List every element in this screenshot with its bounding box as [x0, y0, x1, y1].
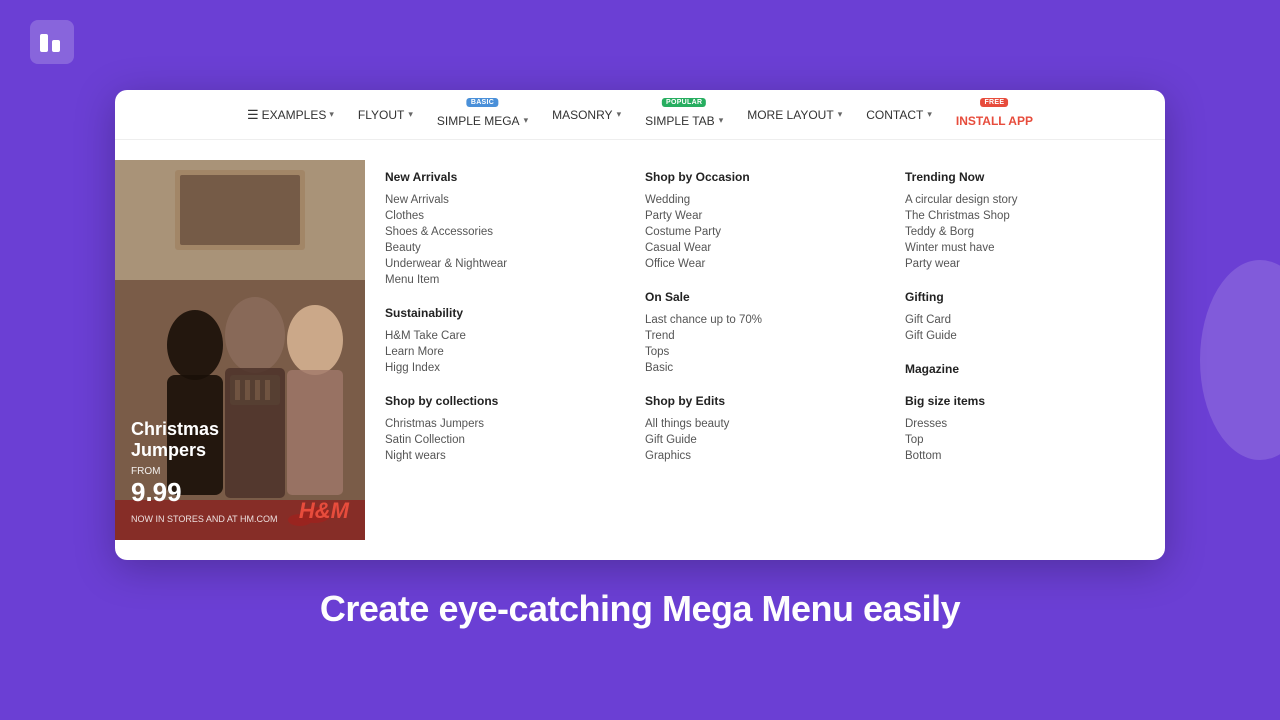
section-magazine: Magazine: [905, 362, 1125, 376]
logo: [30, 20, 74, 69]
nav-simple-mega-label: SIMPLE MEGA: [437, 114, 520, 128]
link-trend[interactable]: Trend: [645, 328, 865, 344]
link-wedding[interactable]: Wedding: [645, 192, 865, 208]
nav-contact-label: CONTACT: [866, 108, 923, 122]
menu-col-3: Trending Now A circular design story The…: [885, 160, 1145, 540]
link-night-wears[interactable]: Night wears: [385, 448, 605, 464]
badge-free: FREE: [980, 98, 1008, 107]
chevron-icon: ▾: [838, 109, 843, 120]
nav-item-flyout[interactable]: FLYOUT ▾: [348, 102, 423, 128]
chevron-icon: ▾: [617, 109, 622, 120]
section-title-on-sale: On Sale: [645, 290, 865, 304]
link-graphics[interactable]: Graphics: [645, 448, 865, 464]
menu-col-2: Shop by Occasion Wedding Party Wear Cost…: [625, 160, 885, 540]
link-menu-item[interactable]: Menu Item: [385, 272, 605, 288]
nav-more-layout-label: MORE LAYOUT: [747, 108, 833, 122]
section-shop-edits: Shop by Edits All things beauty Gift Gui…: [645, 394, 865, 464]
link-satin-collection[interactable]: Satin Collection: [385, 432, 605, 448]
mega-menu: ChristmasJumpers FROM 9.99 NOW IN STORES…: [115, 140, 1165, 560]
link-hm-take-care[interactable]: H&M Take Care: [385, 328, 605, 344]
nav-flyout-label: FLYOUT: [358, 108, 404, 122]
hamburger-icon: ☰: [247, 107, 259, 123]
section-title-big-size: Big size items: [905, 394, 1125, 408]
chevron-icon: ▾: [524, 115, 529, 126]
nav-item-more-layout[interactable]: MORE LAYOUT ▾: [737, 102, 852, 128]
navbar: ☰ EXAMPLES ▾ FLYOUT ▾ BASIC SIMPLE MEGA …: [115, 90, 1165, 140]
link-circular-design[interactable]: A circular design story: [905, 192, 1125, 208]
link-christmas-jumpers[interactable]: Christmas Jumpers: [385, 416, 605, 432]
link-last-chance[interactable]: Last chance up to 70%: [645, 312, 865, 328]
section-on-sale: On Sale Last chance up to 70% Trend Tops…: [645, 290, 865, 376]
nav-item-contact[interactable]: CONTACT ▾: [856, 102, 942, 128]
link-winter-must-have[interactable]: Winter must have: [905, 240, 1125, 256]
chevron-icon: ▾: [719, 115, 724, 126]
section-sustainability: Sustainability H&M Take Care Learn More …: [385, 306, 605, 376]
section-title-shop-collections: Shop by collections: [385, 394, 605, 408]
section-title-shop-occasion: Shop by Occasion: [645, 170, 865, 184]
section-trending-now: Trending Now A circular design story The…: [905, 170, 1125, 272]
badge-popular: POPULAR: [662, 98, 706, 107]
hm-logo: H&M: [299, 498, 349, 524]
section-shop-occasion: Shop by Occasion Wedding Party Wear Cost…: [645, 170, 865, 272]
deco-circle: [1200, 260, 1280, 460]
badge-basic: BASIC: [467, 98, 498, 107]
menu-columns: New Arrivals New Arrivals Clothes Shoes …: [365, 160, 1145, 540]
nav-item-examples[interactable]: ☰ EXAMPLES ▾: [237, 101, 344, 129]
link-learn-more[interactable]: Learn More: [385, 344, 605, 360]
main-card: ☰ EXAMPLES ▾ FLYOUT ▾ BASIC SIMPLE MEGA …: [115, 90, 1165, 560]
link-party-wear-trending[interactable]: Party wear: [905, 256, 1125, 272]
nav-simple-tab-label: SIMPLE TAB: [645, 114, 715, 128]
link-dresses[interactable]: Dresses: [905, 416, 1125, 432]
section-title-sustainability: Sustainability: [385, 306, 605, 320]
section-big-size: Big size items Dresses Top Bottom: [905, 394, 1125, 464]
section-shop-collections: Shop by collections Christmas Jumpers Sa…: [385, 394, 605, 464]
nav-item-simple-mega[interactable]: BASIC SIMPLE MEGA ▾: [427, 96, 538, 134]
link-clothes[interactable]: Clothes: [385, 208, 605, 224]
section-title-trending-now: Trending Now: [905, 170, 1125, 184]
link-gift-guide-edits[interactable]: Gift Guide: [645, 432, 865, 448]
link-gift-guide[interactable]: Gift Guide: [905, 328, 1125, 344]
link-underwear-nightwear[interactable]: Underwear & Nightwear: [385, 256, 605, 272]
section-title-new-arrivals: New Arrivals: [385, 170, 605, 184]
link-costume-party[interactable]: Costume Party: [645, 224, 865, 240]
nav-item-install-app[interactable]: FREE INSTALL APP: [946, 96, 1043, 134]
link-office-wear[interactable]: Office Wear: [645, 256, 865, 272]
link-bottom[interactable]: Bottom: [905, 448, 1125, 464]
section-gifting: Gifting Gift Card Gift Guide: [905, 290, 1125, 344]
link-party-wear[interactable]: Party Wear: [645, 208, 865, 224]
link-top[interactable]: Top: [905, 432, 1125, 448]
nav-item-simple-tab[interactable]: POPULAR SIMPLE TAB ▾: [635, 96, 733, 134]
section-title-shop-edits: Shop by Edits: [645, 394, 865, 408]
link-casual-wear[interactable]: Casual Wear: [645, 240, 865, 256]
link-tops[interactable]: Tops: [645, 344, 865, 360]
link-shoes-accessories[interactable]: Shoes & Accessories: [385, 224, 605, 240]
section-new-arrivals: New Arrivals New Arrivals Clothes Shoes …: [385, 170, 605, 288]
nav-install-label: INSTALL APP: [956, 114, 1033, 128]
menu-promo-image: ChristmasJumpers FROM 9.99 NOW IN STORES…: [115, 160, 365, 540]
link-higg-index[interactable]: Higg Index: [385, 360, 605, 376]
link-teddy-borg[interactable]: Teddy & Borg: [905, 224, 1125, 240]
link-christmas-shop[interactable]: The Christmas Shop: [905, 208, 1125, 224]
link-gift-card[interactable]: Gift Card: [905, 312, 1125, 328]
link-new-arrivals[interactable]: New Arrivals: [385, 192, 605, 208]
section-title-magazine: Magazine: [905, 362, 1125, 376]
chevron-icon: ▾: [408, 109, 413, 120]
link-beauty[interactable]: Beauty: [385, 240, 605, 256]
chevron-icon: ▾: [329, 109, 334, 120]
nav-item-masonry[interactable]: MASONRY ▾: [542, 102, 631, 128]
nav-masonry-label: MASONRY: [552, 108, 612, 122]
link-all-things-beauty[interactable]: All things beauty: [645, 416, 865, 432]
menu-col-1: New Arrivals New Arrivals Clothes Shoes …: [365, 160, 625, 540]
nav-examples-label: EXAMPLES: [262, 108, 327, 122]
promo-from: FROM: [131, 466, 349, 477]
section-title-gifting: Gifting: [905, 290, 1125, 304]
link-basic[interactable]: Basic: [645, 360, 865, 376]
chevron-icon: ▾: [927, 109, 932, 120]
promo-title: ChristmasJumpers: [131, 419, 349, 462]
bottom-headline: Create eye-catching Mega Menu easily: [320, 588, 960, 630]
